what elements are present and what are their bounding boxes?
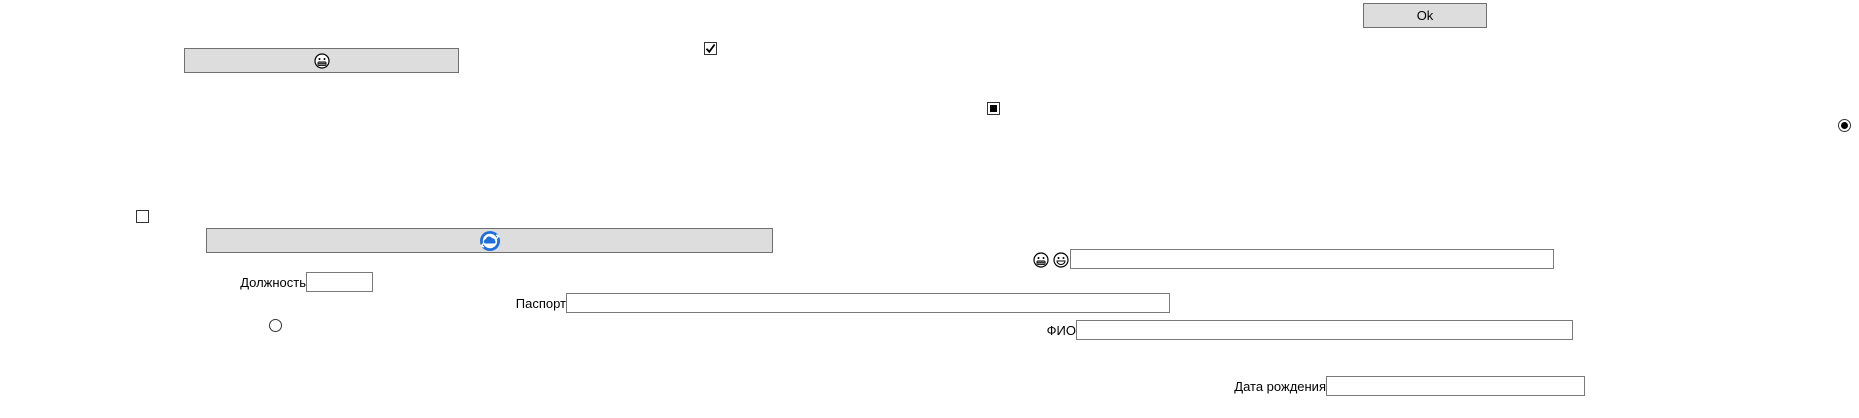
checkbox-indeterminate[interactable]	[987, 102, 1000, 115]
radio-selected[interactable]	[1838, 119, 1851, 132]
checkmark-icon	[705, 43, 716, 54]
passport-label: Паспорт	[515, 295, 566, 311]
birthdate-field[interactable]	[1326, 376, 1585, 396]
grimace-emoji-icon	[1033, 252, 1049, 268]
position-label: Должность	[240, 274, 306, 290]
smile-emoji-icon	[1053, 252, 1069, 268]
checkbox-checked[interactable]	[704, 42, 717, 55]
fio-field[interactable]	[1076, 320, 1573, 340]
passport-field[interactable]	[566, 293, 1170, 313]
birthdate-label: Дата рождения	[1234, 378, 1326, 394]
position-field[interactable]	[306, 272, 373, 292]
cloud-sync-icon	[479, 230, 501, 252]
ok-button[interactable]: Ok	[1363, 3, 1487, 28]
cloud-sync-button[interactable]	[206, 228, 773, 253]
top-text-field[interactable]	[1070, 249, 1554, 269]
grimace-emoji-icon	[313, 52, 330, 69]
radio-dot-icon	[1841, 122, 1848, 129]
emoji-button[interactable]	[184, 48, 459, 73]
radio-unselected[interactable]	[269, 319, 282, 332]
checkbox-unchecked[interactable]	[136, 210, 149, 223]
fio-label: ФИО	[1046, 322, 1076, 338]
indeterminate-mark-icon	[990, 105, 997, 112]
